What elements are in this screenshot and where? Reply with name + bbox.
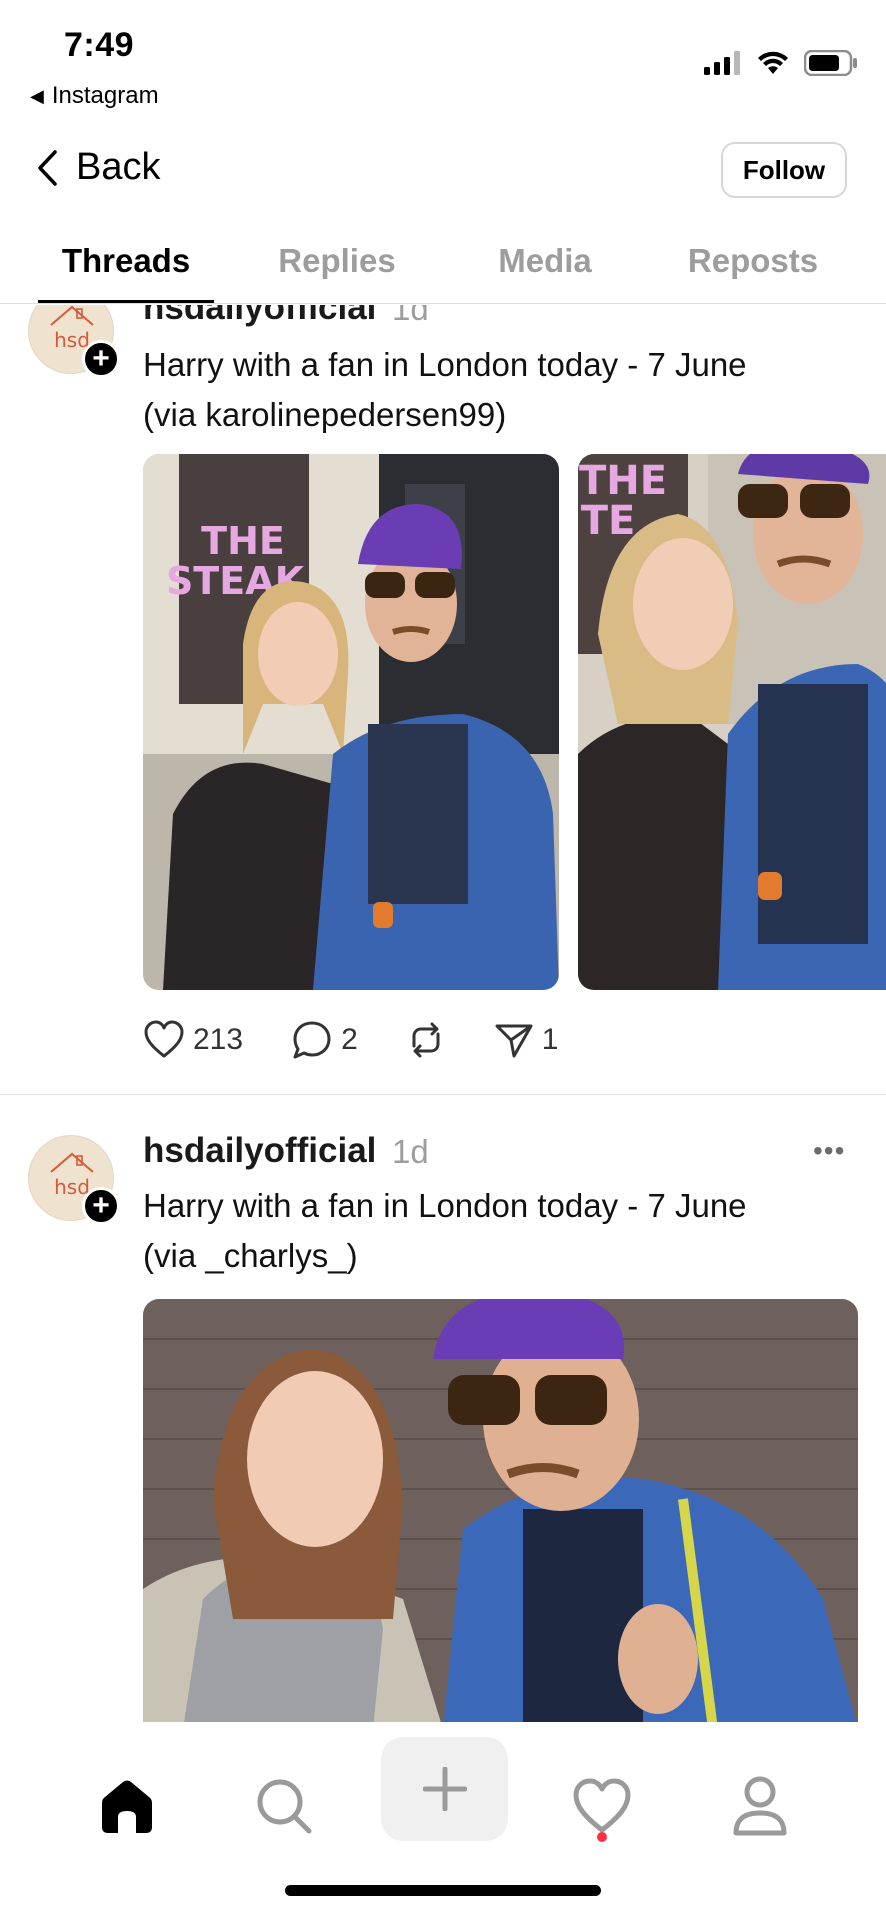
repost-button[interactable] [406, 1020, 446, 1060]
share-button[interactable]: 1 [494, 1020, 559, 1060]
home-icon [102, 1780, 152, 1833]
chevron-left-icon [38, 149, 57, 186]
tab-threads[interactable]: Threads [38, 242, 214, 280]
active-tab-indicator [38, 300, 214, 303]
more-options-icon[interactable]: ••• [813, 1135, 845, 1167]
tab-replies[interactable]: Replies [246, 242, 428, 280]
back-to-app-link[interactable]: ◀ Instagram [30, 82, 159, 110]
thread-post: hsd + hsdailyofficial 1d ••• Harry with … [0, 1095, 886, 1722]
post-time: 1d [392, 305, 429, 327]
notification-dot [597, 1832, 607, 1842]
signal-icon [704, 51, 740, 75]
follow-plus-icon[interactable]: + [82, 1187, 120, 1225]
post-image[interactable]: THE TE [578, 454, 886, 990]
status-time: 7:49 [64, 26, 135, 64]
post-author[interactable]: hsdailyofficial [143, 1131, 376, 1171]
like-count: 213 [193, 1023, 244, 1056]
tab-media[interactable]: Media [460, 242, 630, 280]
profile-icon [733, 1776, 787, 1836]
back-button[interactable]: Back [36, 146, 160, 189]
post-text-line: (via karolinepedersen99) [143, 396, 507, 433]
heart-icon [144, 1020, 184, 1058]
battery-icon [804, 50, 857, 76]
selfie-photo-3 [143, 1299, 858, 1722]
wifi-icon [758, 51, 788, 74]
nav-home[interactable] [87, 1766, 167, 1846]
post-actions: 213 2 1 [143, 1020, 606, 1060]
compose-button[interactable] [381, 1737, 508, 1841]
reply-count: 2 [341, 1023, 358, 1056]
back-label: Back [76, 146, 161, 188]
post-text-line: (via _charlys_) [143, 1237, 358, 1274]
svg-text:TE: TE [581, 498, 636, 544]
nav-search[interactable] [244, 1766, 324, 1846]
post-text: Harry with a fan in London today - 7 Jun… [143, 1181, 863, 1281]
like-button[interactable]: 213 [143, 1020, 243, 1060]
back-triangle-icon: ◀ [30, 85, 44, 106]
repost-icon [412, 1022, 440, 1058]
search-icon [257, 1779, 312, 1834]
post-author[interactable]: hsdailyofficial [143, 305, 376, 328]
post-text-line: Harry with a fan in London today - 7 Jun… [143, 346, 747, 383]
post-text: Harry with a fan in London today - 7 Jun… [143, 340, 863, 440]
compose-icon [422, 1767, 467, 1811]
post-text-line: Harry with a fan in London today - 7 Jun… [143, 1187, 747, 1224]
selfie-photo-1: THE STEAK [143, 454, 559, 990]
svg-text:THE: THE [201, 519, 285, 563]
back-app-label: Instagram [51, 82, 159, 109]
threads-feed[interactable]: hsdailyofficial 1d hsd + Harry with a fa… [0, 305, 886, 1722]
share-count: 1 [541, 1023, 559, 1056]
comment-icon [293, 1021, 331, 1059]
post-image[interactable] [143, 1299, 858, 1722]
profile-tabs: Threads Replies Media Reposts [0, 230, 886, 304]
reply-button[interactable]: 2 [291, 1020, 358, 1060]
nav-profile[interactable] [720, 1766, 800, 1846]
follow-plus-icon[interactable]: + [82, 340, 120, 378]
send-icon [495, 1024, 533, 1058]
post-image[interactable]: THE STEAK [143, 454, 559, 990]
selfie-photo-2: THE TE [578, 454, 886, 990]
thread-post: hsdailyofficial 1d hsd + Harry with a fa… [0, 305, 886, 1090]
status-icons [704, 50, 858, 76]
follow-button[interactable]: Follow [721, 142, 847, 198]
post-time: 1d [392, 1133, 429, 1170]
tab-reposts[interactable]: Reposts [665, 242, 841, 280]
home-indicator[interactable] [285, 1885, 601, 1896]
heart-icon [573, 1778, 631, 1833]
